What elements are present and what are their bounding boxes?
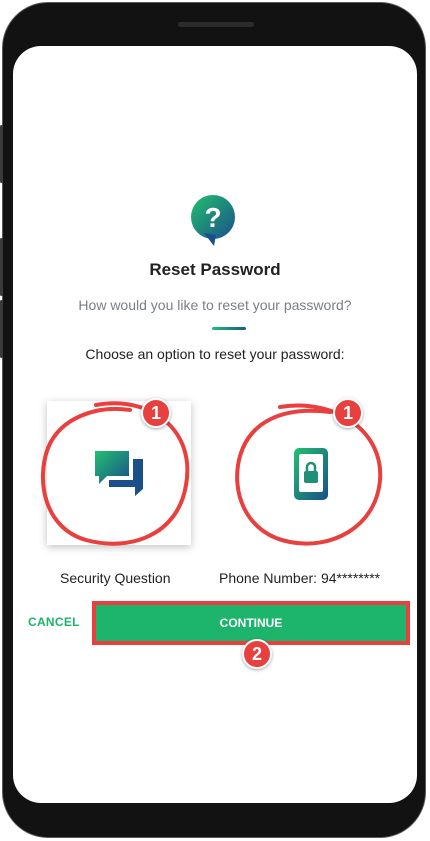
mobile-phone-lock-icon bbox=[294, 448, 328, 500]
phone-number-option[interactable] bbox=[239, 401, 383, 545]
cancel-button[interactable]: CANCEL bbox=[28, 615, 80, 629]
annotation-badge-step-1: 1 bbox=[333, 398, 363, 428]
title-divider bbox=[212, 327, 246, 330]
help-question-icon: ? bbox=[191, 195, 235, 246]
svg-text:?: ? bbox=[204, 202, 221, 233]
security-question-label: Security Question bbox=[60, 570, 171, 586]
page-subtitle: How would you like to reset your passwor… bbox=[78, 297, 352, 313]
continue-button[interactable]: CONTINUE bbox=[92, 601, 410, 645]
page-title: Reset Password bbox=[149, 260, 281, 279]
volume-up-button bbox=[0, 125, 3, 183]
security-question-option[interactable] bbox=[47, 401, 191, 545]
phone-number-label: Phone Number: 94******** bbox=[219, 570, 381, 586]
instruction-text: Choose an option to reset your password: bbox=[85, 346, 345, 362]
annotation-badge-step-2: 2 bbox=[242, 639, 272, 669]
chat-bubbles-icon bbox=[95, 451, 143, 496]
speaker-grille bbox=[178, 22, 254, 27]
annotation-badge-step-1: 1 bbox=[141, 398, 171, 428]
